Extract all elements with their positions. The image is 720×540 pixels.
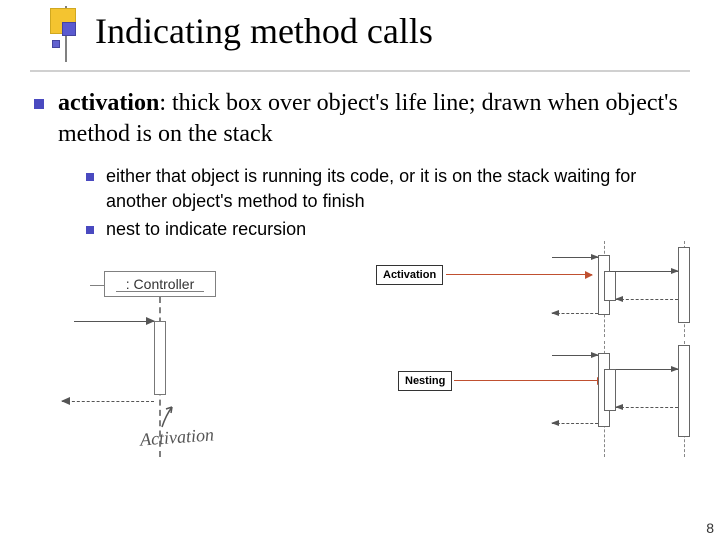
- activation-bar: [154, 321, 166, 395]
- nesting-label-box: Nesting: [398, 371, 452, 391]
- line: [90, 285, 104, 286]
- title-underline: [30, 70, 690, 72]
- underline: [116, 291, 204, 292]
- slide-body: activation: thick box over object's life…: [0, 70, 720, 481]
- controller-object-box: : Controller: [104, 271, 216, 297]
- sub-bullet-text: nest to indicate recursion: [106, 217, 306, 241]
- sub-bullet-text: either that object is running its code, …: [106, 164, 690, 213]
- arrow-call: [616, 369, 678, 370]
- page-number: 8: [706, 520, 714, 536]
- activation-bar: [678, 247, 690, 323]
- slide-title: Indicating method calls: [95, 10, 720, 52]
- arrow-return-dashed: [616, 407, 678, 408]
- bullet-term: activation: [58, 90, 159, 116]
- diagram-area: : Controller Activation Activation Nesti…: [30, 251, 690, 481]
- title-block: Indicating method calls: [0, 0, 720, 70]
- arrow-call-in: [74, 321, 154, 322]
- arrow-return-dashed: [552, 423, 598, 424]
- sub-bullet-list: either that object is running its code, …: [30, 150, 690, 245]
- arrow-call: [552, 355, 598, 356]
- title-ornament: [48, 6, 82, 66]
- arrow-return-dashed: [616, 299, 678, 300]
- nesting-diagram: [530, 241, 720, 471]
- arrow-call: [610, 271, 678, 272]
- bullet-level2: either that object is running its code, …: [86, 164, 690, 217]
- bullet-square-icon: [34, 99, 44, 109]
- bullet-square-icon: [86, 173, 94, 181]
- arrow-call: [552, 257, 598, 258]
- activation-handwritten-label: Activation: [139, 425, 214, 451]
- activation-bar: [678, 345, 690, 437]
- bullet-level1: activation: thick box over object's life…: [30, 88, 690, 150]
- arrow-return-dashed: [552, 313, 598, 314]
- activation-label-box: Activation: [376, 265, 443, 285]
- arrow-return-dashed: [62, 401, 154, 402]
- bullet-square-icon: [86, 226, 94, 234]
- bullet-text: activation: thick box over object's life…: [58, 88, 690, 150]
